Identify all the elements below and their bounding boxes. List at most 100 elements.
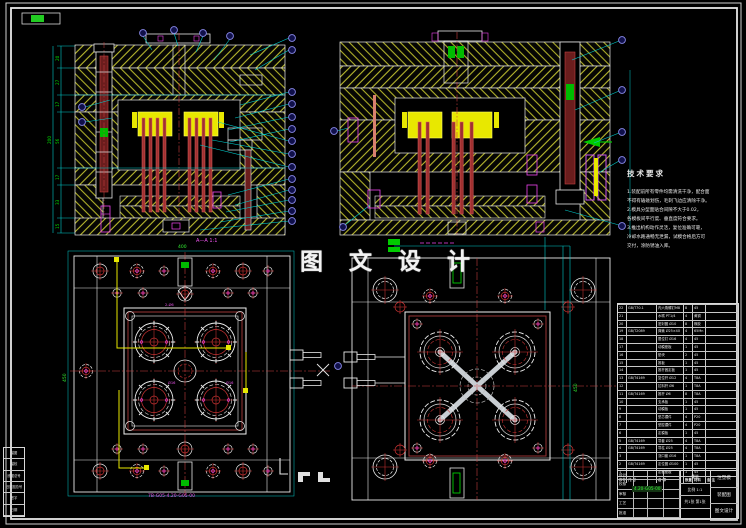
bom-cell: 浇口套 Ø16	[657, 452, 684, 460]
bom-row: 11 GB/T4169 推杆 Ø6 8 T8A	[618, 389, 738, 398]
bom-row: 9 动模板 1 45	[618, 405, 738, 414]
bom-cell: 17	[618, 342, 627, 351]
bom-cell: 12	[618, 381, 627, 390]
bom-cell: 弹簧 Ø25×40	[657, 327, 684, 336]
bom-cell: 45	[693, 459, 706, 468]
bom-cell	[706, 389, 738, 398]
title-block: 设计 校核 审核 工艺 批准 4.20-G05-00 重量 比例 1:1 共1张 第1张…	[617, 470, 739, 521]
title-block-cell	[664, 499, 680, 509]
bom-cell: GB/T4169	[627, 459, 657, 468]
bom-row: 13 GB/T4169 复位杆 Ø12 4 T8A	[618, 374, 738, 382]
bom-cell: 45	[693, 304, 706, 312]
bom-row: 14 推杆固定板 1 45	[618, 366, 738, 375]
bom-cell: 19	[618, 327, 627, 336]
bom-cell: 密封圈 Ø10	[657, 319, 684, 328]
bom-row: 3 浇口套 Ø16 1 T8A	[618, 452, 738, 460]
bom-cell: T8A	[693, 452, 706, 460]
title-block-cell	[648, 508, 664, 518]
bom-cell: 动模座板	[657, 342, 684, 351]
bom-cell: P20	[693, 420, 706, 429]
tech-note-line: 不得有磕碰划伤，毛刺飞边应清除干净。	[627, 199, 710, 204]
bom-cell: T8A	[693, 444, 706, 453]
projection-symbols	[298, 472, 330, 482]
bom-cell	[706, 358, 738, 367]
bom-cell	[627, 428, 657, 437]
bom-cell: 22	[618, 304, 627, 312]
tech-note-line: 1.装配前所有零件均需清洗干净，配合面	[627, 190, 710, 195]
dim-plan-left-side: 450	[63, 373, 68, 382]
bom-cell: 45	[693, 366, 706, 375]
bom-cell: 8	[618, 413, 627, 421]
tech-notes-title: 技术要求	[627, 169, 665, 178]
bom-cell	[627, 319, 657, 328]
margin-strip-cell: 旧底图总号	[4, 482, 24, 494]
margin-strip-cell: 描校	[4, 459, 24, 471]
bom-cell	[706, 436, 738, 445]
bom-cell: 型芯镶件	[657, 413, 684, 421]
bom-cell: 橡胶	[693, 319, 706, 328]
bom-cell	[706, 459, 738, 468]
title-block-signatures: 设计 校核 审核 工艺 批准	[618, 471, 681, 518]
bom-cell: 45	[693, 397, 706, 406]
bom-cell: 18	[618, 335, 627, 343]
part-name-line: 装配图	[710, 488, 738, 505]
bom-cell: 8	[684, 304, 693, 312]
title-block-row: 批准	[618, 508, 680, 518]
bom-cell: 20	[618, 319, 627, 328]
bom-cell: 4	[684, 436, 693, 445]
bom-row: 15 推板 1 45	[618, 358, 738, 367]
scale-label: 比例 1:1	[680, 484, 710, 497]
bom-cell: T8A	[693, 381, 706, 390]
bom-cell	[627, 366, 657, 375]
bom-cell: 内六角螺钉M8	[657, 304, 684, 312]
bom-row: 4 GB/T4169 导柱 Ø25 4 T8A	[618, 444, 738, 453]
bom-cell: 1	[684, 452, 693, 460]
title-block-middle: 重量 比例 1:1 共1张 第1张	[680, 471, 711, 518]
bom-row: 22 GB/T70.1 内六角螺钉M8 8 45	[618, 304, 738, 312]
plan-view-right	[343, 239, 618, 501]
bom-cell: 15	[618, 358, 627, 367]
part-name-line: 图文设计	[710, 504, 738, 521]
bom-cell: 9	[618, 405, 627, 414]
tech-note-line: 各模板间平行度、垂直度符合要求。	[627, 217, 701, 222]
bom-cell	[627, 311, 657, 320]
svg-text:27: 27	[55, 79, 60, 85]
svg-text:56: 56	[55, 138, 60, 144]
bom-row: 6 定模板 1 45	[618, 428, 738, 437]
weight-label: 重量	[680, 471, 710, 484]
bom-cell: 21	[618, 311, 627, 320]
bom-cell: 垫块	[657, 350, 684, 359]
part-name-line: 注塑模	[710, 471, 738, 488]
bom-cell	[706, 327, 738, 336]
bom-cell: 1	[684, 428, 693, 437]
bom-cell: 4	[684, 327, 693, 336]
bom-cell	[706, 444, 738, 453]
bom-cell	[706, 304, 738, 312]
bom-cell: 支承板	[657, 397, 684, 406]
title-block-cell: 批准	[618, 508, 634, 518]
bom-cell	[627, 350, 657, 359]
guide-pillar-right	[555, 41, 585, 205]
bom-cell: GB/T70.1	[627, 304, 657, 312]
bom-cell	[706, 342, 738, 351]
margin-strip-cell: 日期	[4, 505, 24, 516]
tech-note-line: 交付，涂防锈油入库。	[627, 244, 673, 249]
bom-row: 18 限位钉 Ø16 4 45	[618, 335, 738, 343]
bom-cell	[706, 420, 738, 429]
bom-cell: 10	[618, 397, 627, 406]
section-label: A—A 1:1	[196, 238, 218, 244]
bom-cell	[706, 381, 738, 390]
annotation: Ø16	[226, 381, 234, 385]
bom-cell: 45	[693, 405, 706, 414]
bom-cell: 4	[684, 311, 693, 320]
bom-cell: 1	[684, 366, 693, 375]
balloon-callouts-right	[288, 34, 296, 225]
bom-row: 7 型腔镶件 4 P20	[618, 420, 738, 429]
annotation: Ø16	[168, 381, 176, 385]
bom-cell: 45	[693, 342, 706, 351]
dim-plan-left-top: 400	[178, 245, 187, 250]
svg-text:17: 17	[55, 174, 60, 180]
bom-cell	[706, 311, 738, 320]
bom-cell: 1	[684, 405, 693, 414]
bom-cell	[706, 397, 738, 406]
